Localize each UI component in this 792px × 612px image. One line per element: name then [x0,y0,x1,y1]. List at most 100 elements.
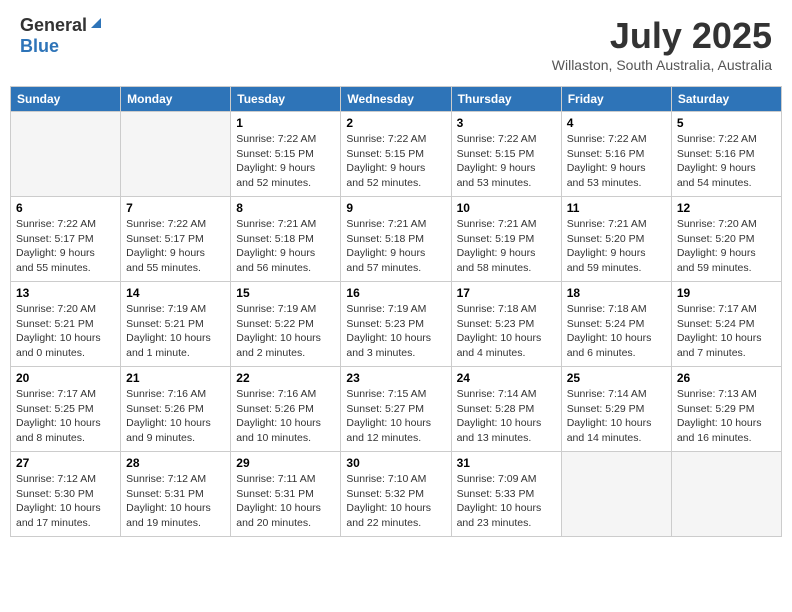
day-number: 31 [457,456,556,470]
calendar-day-cell: 9Sunrise: 7:21 AMSunset: 5:18 PMDaylight… [341,197,451,282]
calendar-day-cell: 29 Sunrise: 7:11 AMSunset: 5:31 PMDayligh… [231,452,341,537]
calendar-week-row: 6 Sunrise: 7:22 AMSunset: 5:17 PMDaylight… [11,197,782,282]
title-area: July 2025 Willaston, South Australia, Au… [552,15,772,73]
calendar-day-cell: 22 Sunrise: 7:16 AMSunset: 5:26 PMDayligh… [231,367,341,452]
weekday-header: Monday [121,87,231,112]
day-info: Sunrise: 7:12 AMSunset: 5:31 PMDaylight:… [126,472,225,531]
calendar-day-cell: 18 Sunrise: 7:18 AMSunset: 5:24 PMDayligh… [561,282,671,367]
day-info: Sunrise: 7:12 AMSunset: 5:30 PMDaylight:… [16,472,115,531]
calendar-day-cell: 15 Sunrise: 7:19 AMSunset: 5:22 PMDayligh… [231,282,341,367]
calendar-day-cell: 30Sunrise: 7:10 AMSunset: 5:32 PMDayligh… [341,452,451,537]
day-info: Sunrise: 7:15 AMSunset: 5:27 PMDaylight:… [346,387,445,446]
calendar-day-cell: 19 Sunrise: 7:17 AMSunset: 5:24 PMDayligh… [671,282,781,367]
day-number: 16 [346,286,445,300]
calendar-day-cell: 16 Sunrise: 7:19 AMSunset: 5:23 PMDayligh… [341,282,451,367]
day-info: Sunrise: 7:14 AMSunset: 5:29 PMDaylight:… [567,387,666,446]
day-number: 14 [126,286,225,300]
calendar-week-row: 20 Sunrise: 7:17 AMSunset: 5:25 PMDayligh… [11,367,782,452]
calendar-day-cell [11,112,121,197]
weekday-header: Tuesday [231,87,341,112]
calendar-week-row: 27 Sunrise: 7:12 AMSunset: 5:30 PMDayligh… [11,452,782,537]
calendar-day-cell: 6 Sunrise: 7:22 AMSunset: 5:17 PMDaylight… [11,197,121,282]
weekday-header: Wednesday [341,87,451,112]
day-number: 4 [567,116,666,130]
day-info: Sunrise: 7:19 AMSunset: 5:23 PMDaylight:… [346,302,445,361]
calendar-day-cell: 13 Sunrise: 7:20 AMSunset: 5:21 PMDayligh… [11,282,121,367]
day-number: 19 [677,286,776,300]
day-number: 8 [236,201,335,215]
day-number: 13 [16,286,115,300]
day-info: Sunrise: 7:19 AMSunset: 5:21 PMDaylight:… [126,302,225,361]
logo-blue-text: Blue [20,36,59,57]
day-info: Sunrise: 7:16 AMSunset: 5:26 PMDaylight:… [126,387,225,446]
month-title: July 2025 [552,15,772,57]
day-number: 12 [677,201,776,215]
day-number: 27 [16,456,115,470]
calendar-day-cell: 31 Sunrise: 7:09 AMSunset: 5:33 PMDayligh… [451,452,561,537]
day-info: Sunrise: 7:18 AMSunset: 5:23 PMDaylight:… [457,302,556,361]
day-info: Sunrise: 7:13 AMSunset: 5:29 PMDaylight:… [677,387,776,446]
day-number: 2 [346,116,445,130]
calendar-table: SundayMondayTuesdayWednesdayThursdayFrid… [10,86,782,537]
day-info: Sunrise: 7:18 AMSunset: 5:24 PMDaylight:… [567,302,666,361]
calendar-day-cell: 1 Sunrise: 7:22 AMSunset: 5:15 PMDaylight… [231,112,341,197]
day-number: 28 [126,456,225,470]
day-info: Sunrise: 7:22 AMSunset: 5:16 PMDaylight:… [567,132,666,191]
calendar-day-cell: 10 Sunrise: 7:21 AMSunset: 5:19 PMDayligh… [451,197,561,282]
day-number: 17 [457,286,556,300]
calendar-day-cell: 11Sunrise: 7:21 AMSunset: 5:20 PMDayligh… [561,197,671,282]
day-number: 10 [457,201,556,215]
weekday-header: Friday [561,87,671,112]
location-title: Willaston, South Australia, Australia [552,57,772,73]
calendar-day-cell: 27 Sunrise: 7:12 AMSunset: 5:30 PMDayligh… [11,452,121,537]
day-info: Sunrise: 7:20 AMSunset: 5:21 PMDaylight:… [16,302,115,361]
day-info: Sunrise: 7:22 AMSunset: 5:15 PMDaylight:… [457,132,556,191]
day-info: Sunrise: 7:17 AMSunset: 5:24 PMDaylight:… [677,302,776,361]
weekday-header: Thursday [451,87,561,112]
calendar-week-row: 1 Sunrise: 7:22 AMSunset: 5:15 PMDaylight… [11,112,782,197]
day-number: 6 [16,201,115,215]
calendar-day-cell: 12 Sunrise: 7:20 AMSunset: 5:20 PMDayligh… [671,197,781,282]
day-info: Sunrise: 7:22 AMSunset: 5:15 PMDaylight:… [346,132,445,191]
day-number: 26 [677,371,776,385]
logo: General Blue [20,15,103,57]
calendar-day-cell [671,452,781,537]
logo-general-text: General [20,15,87,36]
day-info: Sunrise: 7:19 AMSunset: 5:22 PMDaylight:… [236,302,335,361]
calendar-day-cell: 7Sunrise: 7:22 AMSunset: 5:17 PMDaylight… [121,197,231,282]
day-number: 1 [236,116,335,130]
day-number: 18 [567,286,666,300]
day-info: Sunrise: 7:21 AMSunset: 5:18 PMDaylight:… [236,217,335,276]
calendar-day-cell: 3 Sunrise: 7:22 AMSunset: 5:15 PMDaylight… [451,112,561,197]
day-info: Sunrise: 7:22 AMSunset: 5:16 PMDaylight:… [677,132,776,191]
day-info: Sunrise: 7:16 AMSunset: 5:26 PMDaylight:… [236,387,335,446]
day-number: 24 [457,371,556,385]
day-number: 29 [236,456,335,470]
day-info: Sunrise: 7:22 AMSunset: 5:15 PMDaylight:… [236,132,335,191]
day-number: 7 [126,201,225,215]
day-number: 3 [457,116,556,130]
day-info: Sunrise: 7:17 AMSunset: 5:25 PMDaylight:… [16,387,115,446]
calendar-day-cell [121,112,231,197]
day-info: Sunrise: 7:14 AMSunset: 5:28 PMDaylight:… [457,387,556,446]
calendar-day-cell: 2 Sunrise: 7:22 AMSunset: 5:15 PMDaylight… [341,112,451,197]
calendar-day-cell: 21 Sunrise: 7:16 AMSunset: 5:26 PMDayligh… [121,367,231,452]
day-number: 5 [677,116,776,130]
day-number: 9 [346,201,445,215]
day-number: 20 [16,371,115,385]
calendar-day-cell: 25 Sunrise: 7:14 AMSunset: 5:29 PMDayligh… [561,367,671,452]
day-info: Sunrise: 7:22 AMSunset: 5:17 PMDaylight:… [16,217,115,276]
day-info: Sunrise: 7:20 AMSunset: 5:20 PMDaylight:… [677,217,776,276]
day-number: 22 [236,371,335,385]
day-info: Sunrise: 7:09 AMSunset: 5:33 PMDaylight:… [457,472,556,531]
day-info: Sunrise: 7:21 AMSunset: 5:19 PMDaylight:… [457,217,556,276]
day-number: 25 [567,371,666,385]
day-number: 21 [126,371,225,385]
day-info: Sunrise: 7:10 AMSunset: 5:32 PMDaylight:… [346,472,445,531]
day-info: Sunrise: 7:11 AMSunset: 5:31 PMDaylight:… [236,472,335,531]
day-number: 15 [236,286,335,300]
weekday-header: Sunday [11,87,121,112]
calendar-day-cell: 24 Sunrise: 7:14 AMSunset: 5:28 PMDayligh… [451,367,561,452]
calendar-day-cell: 28 Sunrise: 7:12 AMSunset: 5:31 PMDayligh… [121,452,231,537]
calendar-week-row: 13 Sunrise: 7:20 AMSunset: 5:21 PMDayligh… [11,282,782,367]
